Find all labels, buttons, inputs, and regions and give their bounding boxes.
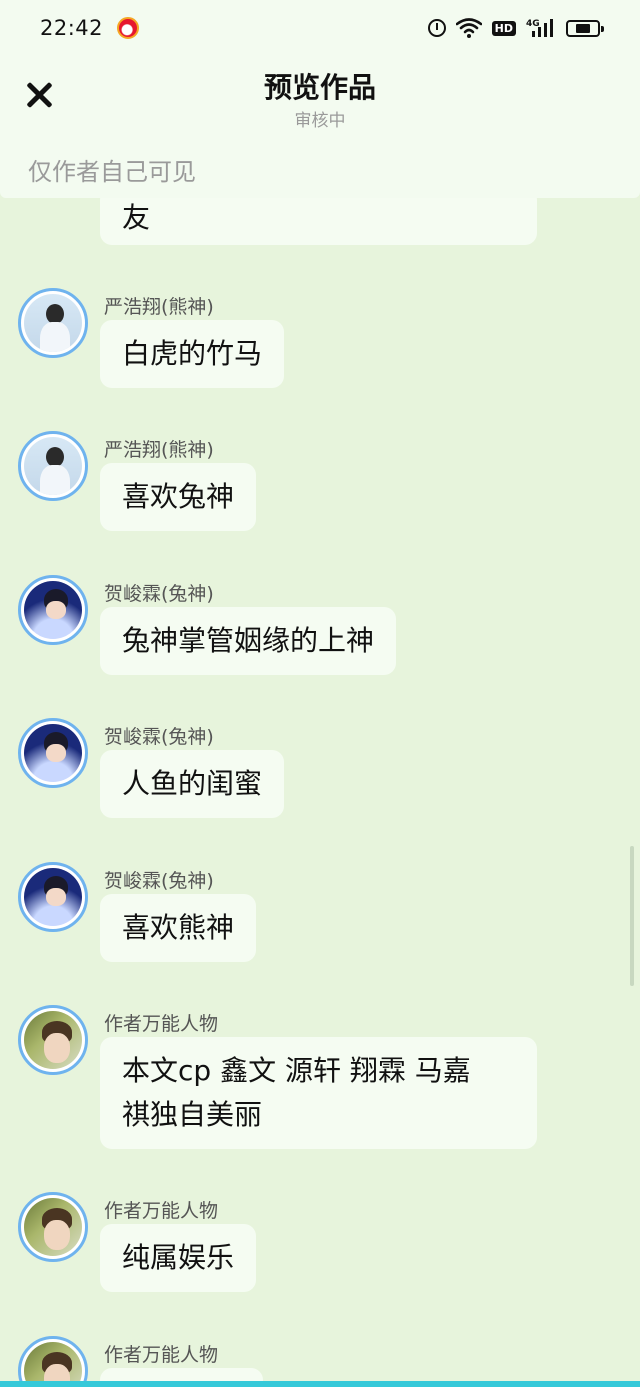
avatar[interactable] [18, 1192, 88, 1262]
character-name: 贺峻霖(兔神) [104, 583, 214, 605]
scrollbar-thumb[interactable] [630, 846, 634, 986]
wifi-icon [455, 18, 482, 38]
message-bubble: 白虎的竹马 [100, 320, 285, 388]
alarm-icon [427, 19, 446, 37]
preview-header: 预览作品 审核中 仅作者自己可见 [0, 56, 640, 198]
character-name: 作者万能人物 [104, 1200, 219, 1222]
review-status: 审核中 [294, 111, 346, 131]
message-line: 祺独自美丽 [122, 1098, 263, 1131]
signal-icon: 4G [526, 17, 556, 39]
status-time: 22:42 [40, 16, 104, 40]
character-name: 贺峻霖(兔神) [104, 726, 214, 748]
character-name: 严浩翔(熊神) [104, 296, 214, 318]
battery-icon [566, 19, 604, 37]
bottom-accent-bar [0, 1381, 640, 1387]
visibility-note: 仅作者自己可见 [28, 158, 196, 186]
message-bubble: 纯属娱乐 [100, 1224, 257, 1292]
character-name: 作者万能人物 [104, 1344, 219, 1366]
message-line: 本文cp 鑫文 源轩 翔霖 马嘉 [122, 1054, 471, 1087]
character-name: 贺峻霖(兔神) [104, 870, 214, 892]
character-name: 作者万能人物 [104, 1013, 219, 1035]
message-bubble: 兔神掌管姻缘的上神 [100, 607, 397, 675]
status-bar: 22:42 HD 4G [0, 0, 640, 56]
avatar[interactable] [18, 288, 88, 358]
message-bubble: 喜欢兔神 [100, 463, 257, 531]
page-title: 预览作品 [263, 71, 376, 104]
network-type-label: 4G [526, 19, 540, 29]
weibo-icon [117, 17, 140, 39]
message-bubble: 喜欢熊神 [100, 894, 257, 962]
avatar[interactable] [18, 575, 88, 645]
character-name: 严浩翔(熊神) [104, 439, 214, 461]
avatar[interactable] [18, 862, 88, 932]
message-bubble: 人鱼的闺蜜 [100, 750, 285, 818]
hd-icon: HD [491, 20, 516, 36]
avatar[interactable] [18, 1005, 88, 1075]
status-icons: HD 4G [427, 17, 604, 39]
avatar[interactable] [18, 1336, 88, 1387]
avatar[interactable] [18, 431, 88, 501]
avatar[interactable] [18, 718, 88, 788]
message-bubble: 本文cp 鑫文 源轩 翔霖 马嘉 祺独自美丽 [100, 1037, 537, 1149]
